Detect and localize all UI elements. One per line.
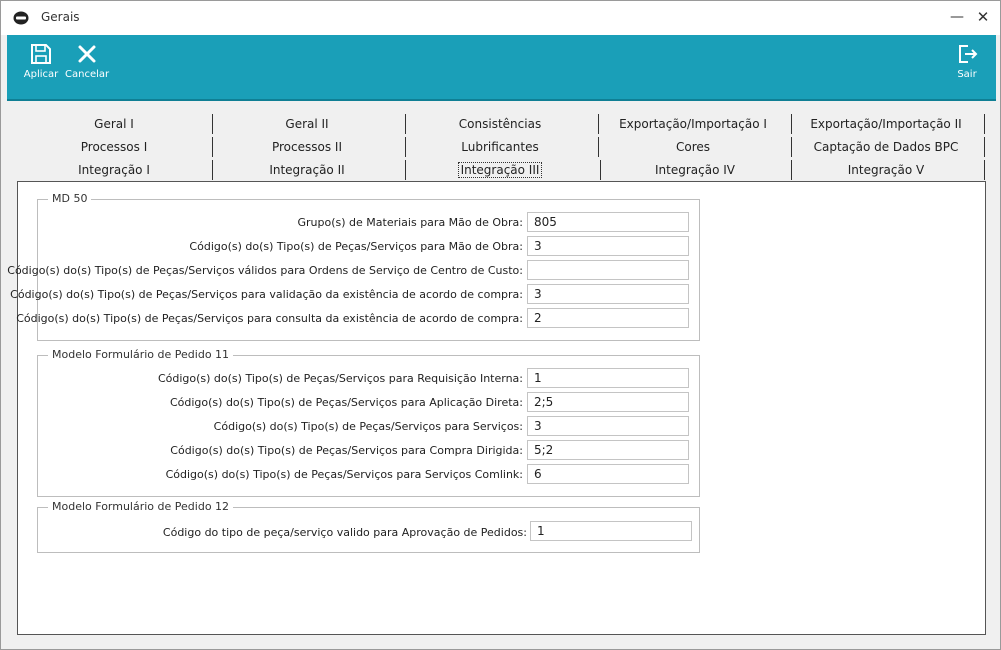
x-icon [78, 45, 96, 63]
directed-purchase-input[interactable]: 5;2 [527, 440, 689, 460]
tab-panel-integracao-3: MD 50 Grupo(s) de Materiais para Mão de … [7, 181, 986, 635]
tab-integracao-4[interactable]: Integração IV [600, 160, 790, 180]
tab-consistencias[interactable]: Consistências [405, 114, 595, 134]
title-bar: Gerais — ✕ [1, 1, 1000, 35]
direct-application-input[interactable]: 2;5 [527, 392, 689, 412]
apply-label: Aplicar [23, 69, 59, 80]
group-md50-title: MD 50 [48, 192, 92, 205]
tab-processos-2[interactable]: Processos II [212, 137, 402, 157]
purchase-agreement-query-input[interactable]: 2 [527, 308, 689, 328]
logout-icon [959, 45, 978, 63]
comlink-services-input[interactable]: 6 [527, 464, 689, 484]
field-label: Código(s) do(s) Tipo(s) de Peças/Serviço… [7, 264, 523, 277]
exit-label: Sair [957, 69, 977, 80]
group-modelo-11: Modelo Formulário de Pedido 11 Código(s)… [37, 348, 700, 497]
tab-integracao-2[interactable]: Integração II [212, 160, 402, 180]
toolbar: Aplicar Cancelar Sair [7, 35, 996, 101]
cancel-label: Cancelar [65, 69, 110, 80]
tab-processos-1[interactable]: Processos I [19, 137, 209, 157]
window: Gerais — ✕ Aplicar Cancelar Sair Geral I… [0, 0, 1001, 650]
save-icon [31, 44, 51, 64]
cancel-button[interactable]: Cancelar [65, 43, 109, 80]
field-label: Código(s) do(s) Tipo(s) de Peças/Serviço… [16, 312, 523, 325]
group-modelo-12-title: Modelo Formulário de Pedido 12 [48, 500, 234, 513]
exit-button[interactable]: Sair [951, 43, 983, 80]
tab-exportacao-importacao-2[interactable]: Exportação/Importação II [791, 114, 981, 134]
settings-content: Geral I Geral II Consistências Exportaçã… [7, 101, 996, 641]
internal-requisition-input[interactable]: 1 [527, 368, 689, 388]
order-approval-input[interactable]: 1 [530, 521, 692, 541]
field-label: Código(s) do(s) Tipo(s) de Peças/Serviço… [189, 240, 523, 253]
minimize-icon[interactable]: — [949, 9, 965, 25]
group-modelo-11-title: Modelo Formulário de Pedido 11 [48, 348, 234, 361]
apply-button[interactable]: Aplicar [21, 43, 61, 80]
purchase-agreement-validation-input[interactable]: 3 [527, 284, 689, 304]
tab-captacao-dados-bpc[interactable]: Captação de Dados BPC [791, 137, 981, 157]
labor-part-types-input[interactable]: 3 [527, 236, 689, 256]
tab-geral-2[interactable]: Geral II [212, 114, 402, 134]
field-label: Código(s) do(s) Tipo(s) de Peças/Serviço… [169, 396, 523, 409]
group-modelo-12: Modelo Formulário de Pedido 12 Código do… [37, 500, 700, 553]
field-label: Código(s) do(s) Tipo(s) de Peças/Serviço… [157, 372, 523, 385]
tab-cores[interactable]: Cores [598, 137, 788, 157]
tab-integracao-1[interactable]: Integração I [19, 160, 209, 180]
services-input[interactable]: 3 [527, 416, 689, 436]
tab-lubrificantes[interactable]: Lubrificantes [405, 137, 595, 157]
group-md50: MD 50 Grupo(s) de Materiais para Mão de … [7, 192, 700, 341]
field-label: Código(s) do(s) Tipo(s) de Peças/Serviço… [213, 420, 523, 433]
tab-integracao-3[interactable]: Integração III [405, 160, 595, 180]
tab-geral-1[interactable]: Geral I [19, 114, 209, 134]
window-title: Gerais [41, 10, 80, 24]
field-label: Código(s) do(s) Tipo(s) de Peças/Serviço… [170, 444, 523, 457]
field-label: Código(s) do(s) Tipo(s) de Peças/Serviço… [10, 288, 523, 301]
app-logo-icon [13, 11, 29, 25]
close-icon[interactable]: ✕ [975, 9, 991, 25]
tab-integracao-3-label: Integração III [457, 162, 543, 178]
tab-exportacao-importacao-1[interactable]: Exportação/Importação I [598, 114, 788, 134]
field-label: Código do tipo de peça/serviço valido pa… [162, 526, 527, 539]
tab-integracao-5[interactable]: Integração V [791, 160, 981, 180]
field-label: Grupo(s) de Materiais para Mão de Obra: [297, 216, 524, 229]
field-label: Código(s) do(s) Tipo(s) de Peças/Serviço… [165, 468, 523, 481]
cost-center-part-types-input[interactable] [527, 260, 689, 280]
materials-group-input[interactable]: 805 [527, 212, 689, 232]
